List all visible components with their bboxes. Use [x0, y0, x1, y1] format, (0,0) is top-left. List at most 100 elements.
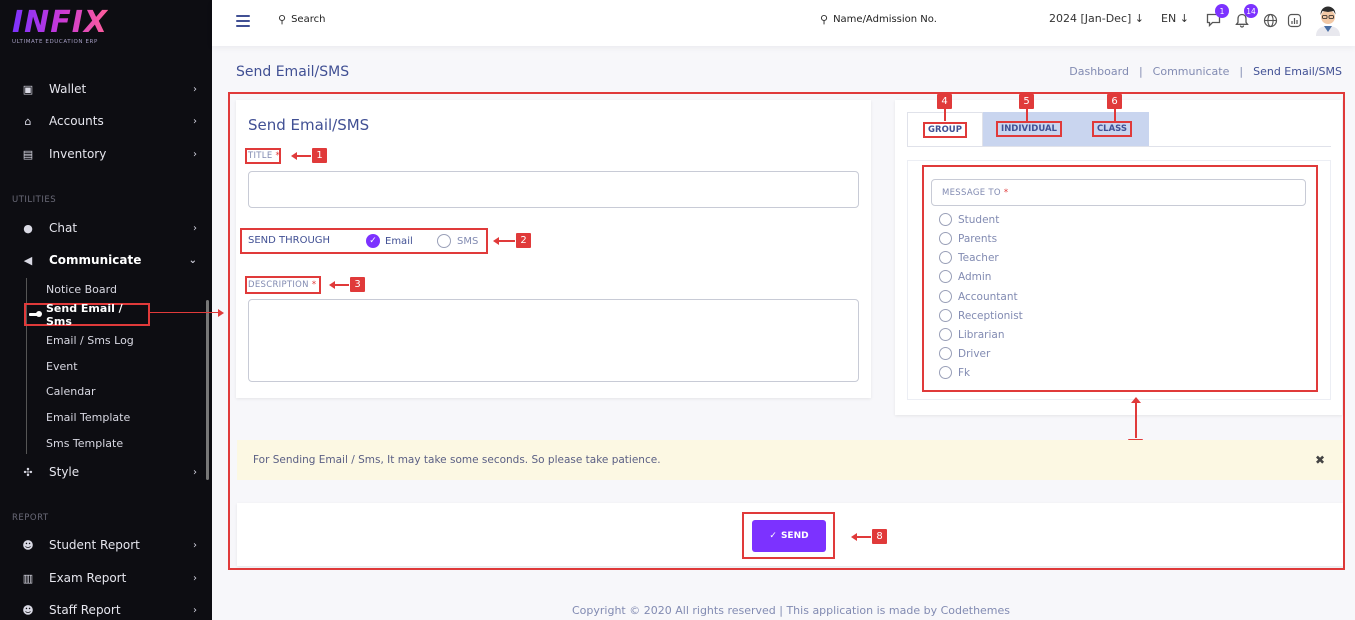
language-label: EN — [1161, 12, 1177, 25]
brand-logo[interactable]: INFIX ULTIMATE EDUCATION ERP — [12, 8, 108, 46]
messages-badge: 1 — [1215, 4, 1229, 18]
analytics-icon[interactable] — [1286, 12, 1302, 28]
radio-sms[interactable]: SMS — [437, 234, 478, 248]
page-title: Send Email/SMS — [236, 64, 350, 80]
chevron-right-icon: › — [193, 148, 197, 160]
sidebar-item-staff-report[interactable]: ☻ Staff Report › — [21, 600, 199, 620]
chevron-right-icon: › — [193, 466, 197, 478]
admission-search-field[interactable]: ⚲ Name/Admission No. — [820, 13, 937, 26]
globe-icon[interactable] — [1262, 12, 1278, 28]
footer-copyright: Copyright © 2020 All rights reserved | T… — [572, 604, 1011, 617]
sidebar-item-label: Staff Report — [49, 603, 121, 617]
role-option-receptionist[interactable]: Receptionist — [939, 309, 1023, 322]
sidebar-item-style[interactable]: ✣ Style › — [21, 462, 199, 482]
chevron-right-icon: › — [193, 83, 197, 95]
session-selector[interactable]: 2024 [Jan-Dec] ↓ — [1049, 12, 1144, 25]
description-textarea[interactable] — [248, 299, 859, 382]
sidebar-item-label: Wallet — [49, 82, 87, 96]
radio-sms-label: SMS — [457, 235, 479, 247]
sidebar-item-label: Exam Report — [49, 571, 127, 585]
role-option-parents[interactable]: Parents — [939, 232, 997, 245]
bank-icon: ⌂ — [24, 114, 32, 128]
form-title: Send Email/SMS — [248, 116, 370, 134]
radio-circle — [939, 270, 952, 283]
annotation-badge-3: 3 — [350, 277, 365, 292]
sidebar-scrollbar[interactable] — [206, 300, 209, 480]
sidebar-item-wallet[interactable]: ▣ Wallet › — [21, 79, 199, 99]
title-input[interactable] — [248, 171, 859, 208]
sidebar-item-chat[interactable]: ● Chat › — [21, 218, 199, 238]
tab-individual[interactable]: INDIVIDUAL — [983, 112, 1075, 146]
radio-circle — [939, 251, 952, 264]
sidebar-item-label: Student Report — [49, 538, 140, 552]
role-label: Accountant — [958, 290, 1018, 303]
messages-icon[interactable]: 1 — [1205, 4, 1229, 28]
radio-email[interactable]: ✓ Email — [366, 234, 413, 248]
notifications-bell-icon[interactable]: 14 — [1234, 4, 1258, 28]
breadcrumb-dashboard[interactable]: Dashboard — [1069, 65, 1129, 78]
annotation-badge-6: 6 — [1107, 94, 1122, 109]
check-icon: ✓ — [366, 234, 380, 248]
radio-circle — [939, 213, 952, 226]
sidebar-subitem-notice-board[interactable]: Notice Board — [46, 283, 117, 296]
role-option-fk[interactable]: Fk — [939, 366, 970, 379]
topbar: ⚲ Search ⚲ Name/Admission No. 2024 [Jan-… — [212, 0, 1355, 46]
sidebar-item-communicate[interactable]: ◀ Communicate ⌄ — [21, 250, 199, 270]
brand-tagline: ULTIMATE EDUCATION ERP — [12, 39, 98, 45]
tab-class[interactable]: CLASS — [1075, 112, 1149, 146]
user-avatar[interactable] — [1314, 4, 1342, 36]
required-mark: * — [275, 151, 281, 161]
annotation-arrow-sidebar — [150, 312, 220, 313]
required-mark: * — [311, 280, 317, 290]
annotation-arrowhead — [218, 309, 224, 317]
sidebar-subitem-calendar[interactable]: Calendar — [46, 385, 95, 398]
breadcrumb-current: Send Email/SMS — [1253, 65, 1342, 78]
language-selector[interactable]: EN ↓ — [1161, 12, 1189, 25]
sidebar-item-label: Style — [49, 465, 80, 479]
search-field[interactable]: ⚲ Search — [278, 13, 325, 26]
staff-icon: ☻ — [22, 603, 34, 617]
megaphone-icon: ◀ — [23, 253, 33, 267]
sidebar-subitem-email-template[interactable]: Email Template — [46, 411, 130, 424]
active-dot — [36, 311, 42, 317]
role-option-driver[interactable]: Driver — [939, 347, 990, 360]
role-option-admin[interactable]: Admin — [939, 270, 991, 283]
message-to-field[interactable]: MESSAGE TO * — [931, 179, 1306, 206]
close-icon[interactable]: ✖ — [1315, 453, 1325, 467]
annotation-badge-2: 2 — [516, 233, 531, 248]
section-label-utilities: UTILITIES — [12, 195, 57, 205]
sidebar-subitem-event[interactable]: Event — [46, 360, 78, 373]
chevron-right-icon: › — [193, 572, 197, 584]
chat-icon: ● — [23, 221, 33, 235]
section-label-report: REPORT — [12, 513, 49, 523]
sidebar-item-accounts[interactable]: ⌂ Accounts › — [21, 111, 199, 131]
annotation-badge-1: 1 — [312, 148, 327, 163]
breadcrumb-separator: | — [1138, 65, 1143, 78]
sidebar-item-exam-report[interactable]: ▥ Exam Report › — [21, 568, 199, 588]
sidebar-subitem-sms-template[interactable]: Sms Template — [46, 437, 123, 450]
send-button[interactable]: ✓ SEND — [752, 520, 826, 552]
sidebar-subitem-email-sms-log[interactable]: Email / Sms Log — [46, 334, 134, 347]
radio-circle — [939, 290, 952, 303]
annotation-arrow-8 — [851, 533, 871, 541]
role-option-accountant[interactable]: Accountant — [939, 290, 1018, 303]
style-icon: ✣ — [23, 465, 33, 479]
role-option-librarian[interactable]: Librarian — [939, 328, 1005, 341]
breadcrumb-communicate[interactable]: Communicate — [1153, 65, 1230, 78]
notifications-badge: 14 — [1244, 4, 1258, 18]
role-option-student[interactable]: Student — [939, 213, 999, 226]
role-option-teacher[interactable]: Teacher — [939, 251, 999, 264]
sidebar-subitem-send-email-sms[interactable]: Send Email / Sms — [24, 302, 150, 328]
annotation-arrow-5 — [1026, 109, 1028, 121]
annotation-arrowhead — [1131, 397, 1141, 403]
search-label: Search — [291, 14, 326, 25]
hamburger-menu-icon[interactable] — [236, 15, 250, 30]
chevron-right-icon: › — [193, 539, 197, 551]
annotation-arrow-1 — [291, 152, 311, 160]
sidebar: INFIX ULTIMATE EDUCATION ERP ▣ Wallet › … — [0, 0, 212, 620]
sidebar-item-inventory[interactable]: ▤ Inventory › — [21, 144, 199, 164]
description-label: DESCRIPTION * — [248, 280, 316, 290]
tab-class-label: CLASS — [1091, 121, 1133, 137]
sidebar-item-student-report[interactable]: ☻ Student Report › — [21, 535, 199, 555]
session-label: 2024 [Jan-Dec] — [1049, 12, 1132, 25]
